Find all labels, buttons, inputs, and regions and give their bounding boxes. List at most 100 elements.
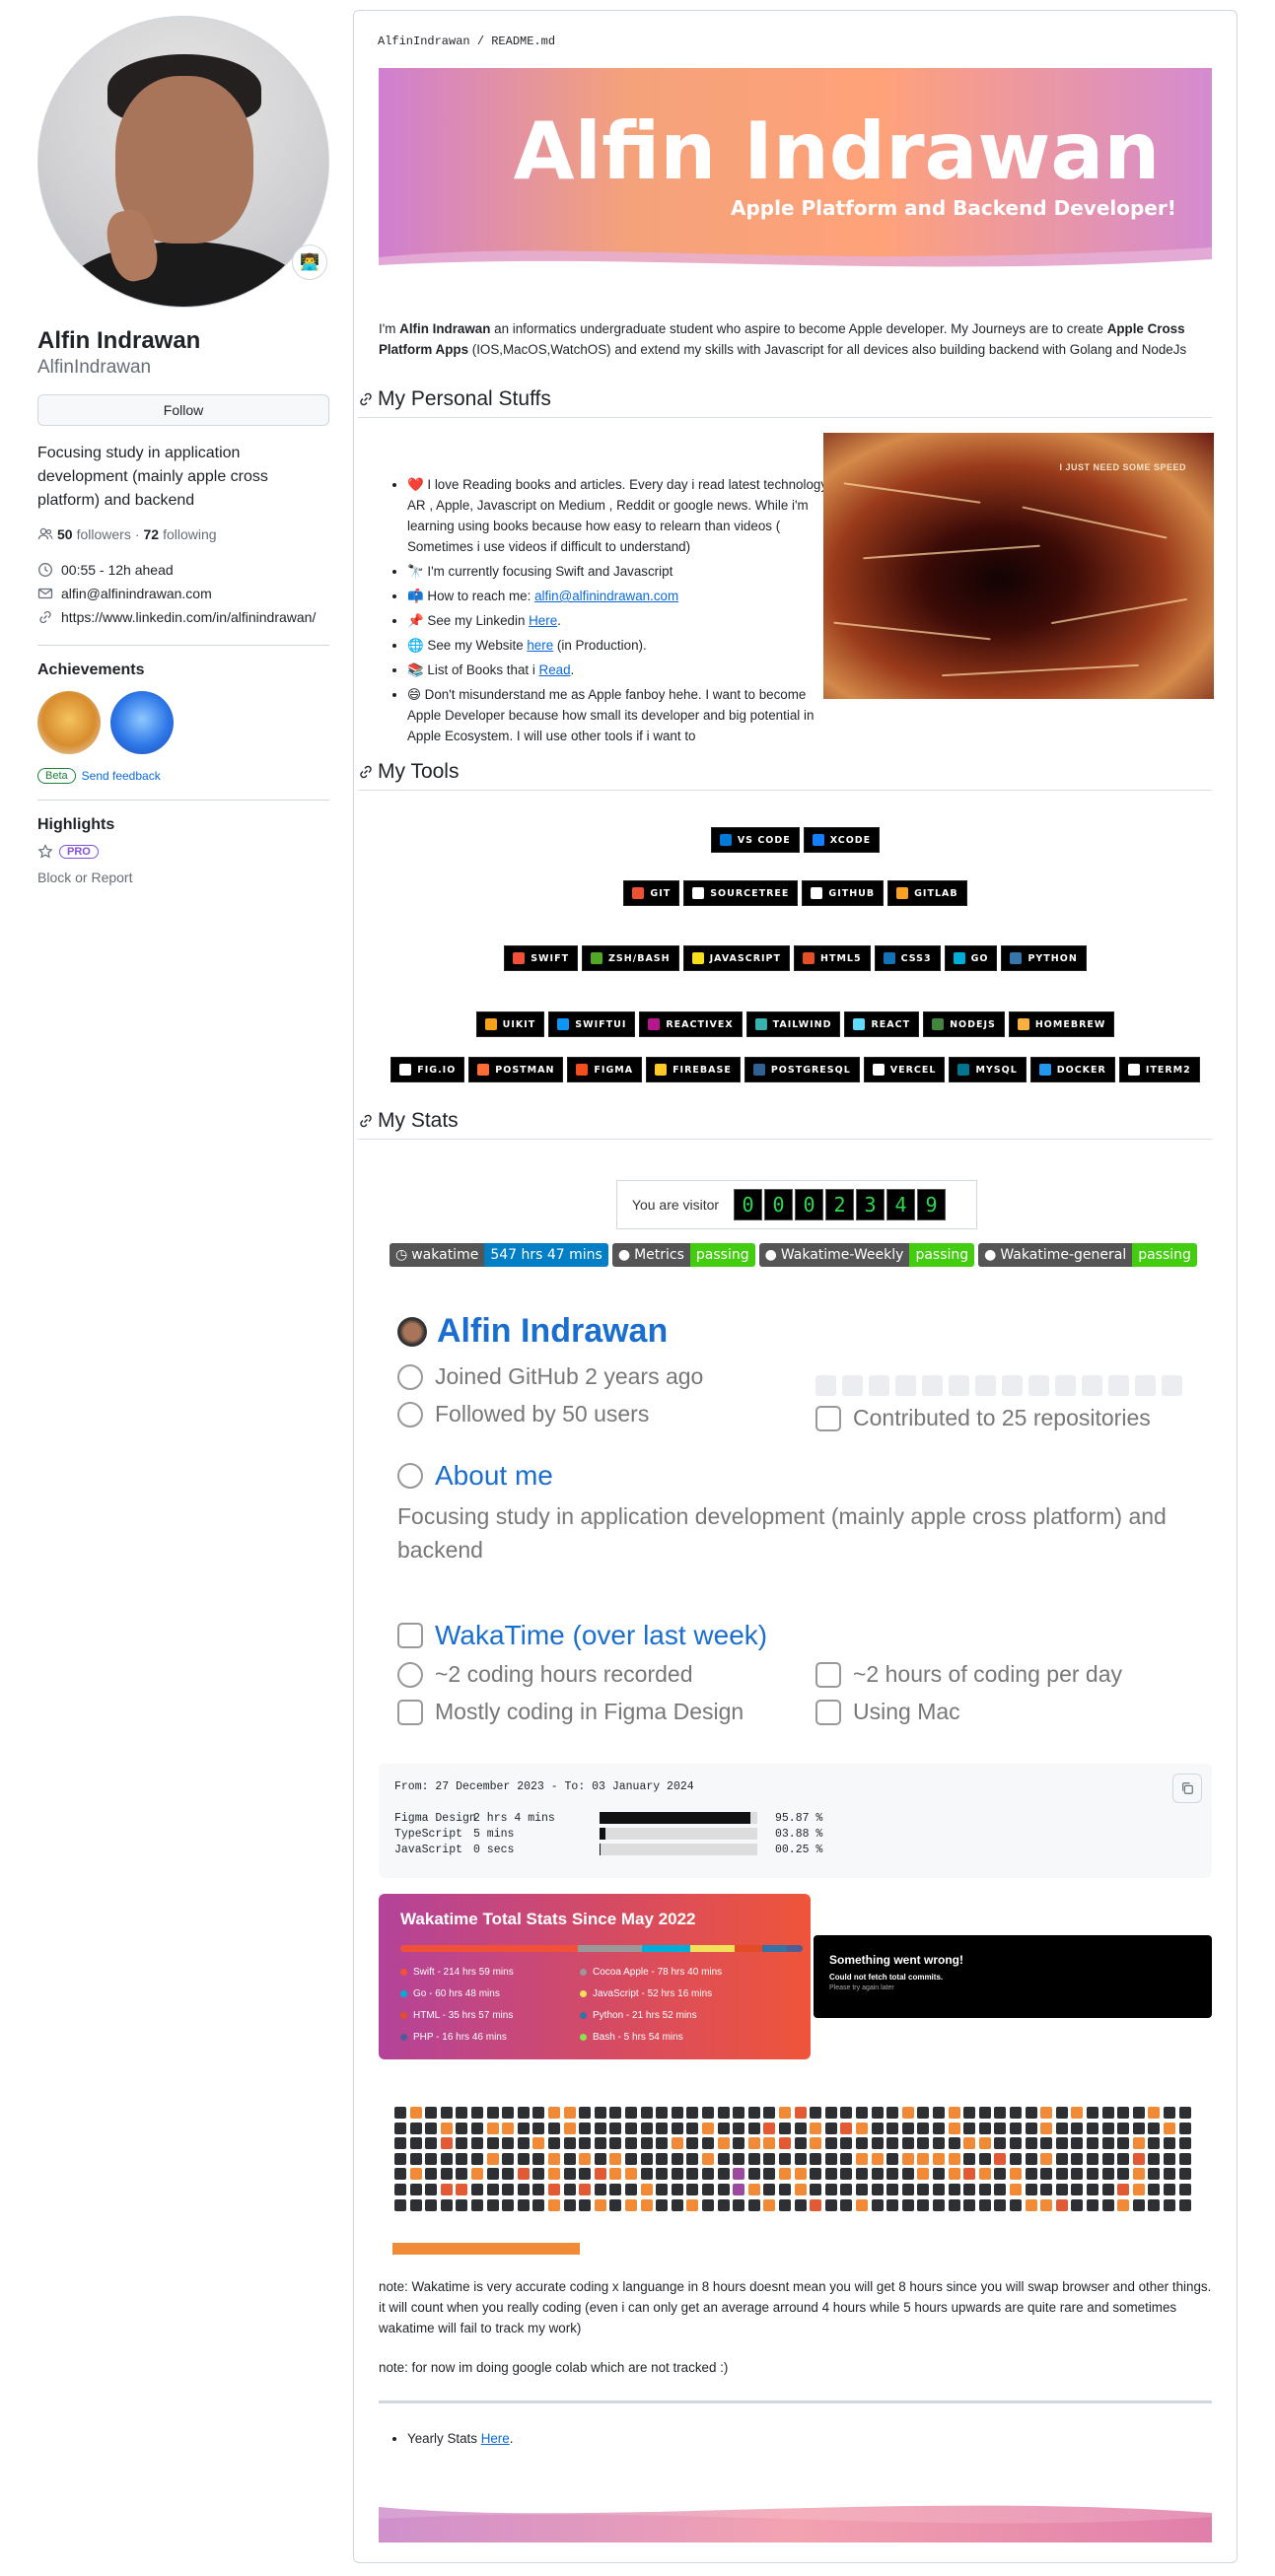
tool-badge-html5[interactable]: HTML5 <box>794 945 871 971</box>
following-count[interactable]: 72 <box>144 526 160 542</box>
send-feedback-link[interactable]: Send feedback <box>82 769 161 783</box>
linkedin-link[interactable]: Here <box>529 613 557 628</box>
heatmap-cell <box>1101 2184 1114 2195</box>
books-link[interactable]: Read <box>539 662 571 677</box>
tool-badge-vercel[interactable]: VERCEL <box>863 1057 946 1082</box>
tool-badge-mysql[interactable]: MYSQL <box>949 1057 1027 1082</box>
profile-avatar[interactable] <box>37 16 329 308</box>
wakatime-shield[interactable]: ◷ wakatime 547 hrs 47 mins <box>390 1243 608 1267</box>
tool-badge-go[interactable]: GO <box>944 945 998 971</box>
heatmap-cell <box>1087 2168 1098 2181</box>
heatmap-cell <box>1040 2152 1053 2165</box>
achievement-badge-yolo[interactable] <box>37 691 101 754</box>
tool-badge-vs-code[interactable]: VS CODE <box>710 827 800 853</box>
tool-badge-github[interactable]: GITHUB <box>802 880 885 906</box>
follow-button[interactable]: Follow <box>37 394 329 426</box>
block-report-link[interactable]: Block or Report <box>37 870 333 885</box>
tool-badge-homebrew[interactable]: HOMEBREW <box>1008 1011 1115 1037</box>
tool-badge-swift[interactable]: SWIFT <box>504 945 579 971</box>
followers-label[interactable]: followers <box>77 526 131 542</box>
wakatime-general-shield[interactable]: ● Wakatime-general passing <box>978 1243 1197 1267</box>
copy-button[interactable] <box>1172 1774 1202 1803</box>
tool-badge-swiftui[interactable]: SWIFTUI <box>548 1011 636 1037</box>
website-readme-link[interactable]: here <box>527 638 553 653</box>
followers-count[interactable]: 50 <box>57 526 73 542</box>
heatmap-cell <box>917 2152 930 2165</box>
heatmap-cell <box>532 2184 545 2195</box>
achievement-badge-quickdraw[interactable] <box>110 691 174 754</box>
heatmap-cell <box>702 2122 714 2134</box>
tool-badge-nodejs[interactable]: NODEJS <box>923 1011 1005 1037</box>
tool-badge-xcode[interactable]: XCODE <box>803 827 881 853</box>
tool-badge-reactivex[interactable]: REACTIVEX <box>639 1011 743 1037</box>
tool-badge-fig-io[interactable]: FIG.IO <box>390 1057 465 1082</box>
metrics-name[interactable]: Alfin Indrawan <box>397 1312 668 1351</box>
heatmap-cell <box>563 2107 576 2119</box>
email-item[interactable]: alfin@alfinindrawan.com <box>37 582 333 605</box>
heatmap-cell <box>717 2152 730 2165</box>
code-date-range: From: 27 December 2023 - To: 03 January … <box>394 1780 694 1793</box>
heatmap-cell <box>671 2152 683 2165</box>
heatmap-cell <box>963 2198 976 2211</box>
heatmap-cell <box>1010 2184 1022 2195</box>
lang-item: JavaScript - 52 hrs 16 mins <box>580 1988 712 1999</box>
tool-badge-uikit[interactable]: UIKIT <box>475 1011 545 1037</box>
sourcetree-icon <box>692 887 705 899</box>
anchor-link-icon[interactable] <box>358 391 374 407</box>
heatmap-cell <box>625 2168 637 2181</box>
yearly-stats-link[interactable]: Here <box>481 2431 510 2446</box>
email-readme-link[interactable]: alfin@alfinindrawan.com <box>534 589 678 603</box>
tool-badge-zsh-bash[interactable]: ZSH/BASH <box>582 945 679 971</box>
tool-badge-gitlab[interactable]: GITLAB <box>887 880 967 906</box>
tool-badge-postman[interactable]: POSTMAN <box>468 1057 564 1082</box>
github-icon: ● <box>617 1247 631 1263</box>
anchor-link-icon[interactable] <box>358 1113 374 1129</box>
tool-badge-iterm2[interactable]: ITERM2 <box>1118 1057 1200 1082</box>
website-link[interactable]: https://www.linkedin.com/in/alfinindrawa… <box>61 609 316 625</box>
tool-badge-firebase[interactable]: FIREBASE <box>646 1057 741 1082</box>
heatmap-cell <box>948 2168 960 2181</box>
star-icon <box>37 844 53 859</box>
pro-badge[interactable]: PRO <box>59 845 99 859</box>
readme-breadcrumb[interactable]: AlfinIndrawan / README.md <box>378 35 555 48</box>
heatmap-cell <box>640 2137 653 2150</box>
heatmap-cell <box>548 2198 560 2211</box>
visitor-counter: You are visitor 0 0 0 2 3 4 9 <box>616 1180 977 1229</box>
wakatime-weekly-shield[interactable]: ● Wakatime-Weekly passing <box>758 1243 975 1267</box>
tool-badge-sourcetree[interactable]: SOURCETREE <box>683 880 799 906</box>
heatmap-cell <box>763 2168 776 2181</box>
heatmap-cell <box>994 2152 1007 2165</box>
tool-badge-tailwind[interactable]: TAILWIND <box>745 1011 841 1037</box>
following-label[interactable]: following <box>163 526 216 542</box>
lang-item: Python - 21 hrs 52 mins <box>580 2010 697 2021</box>
email-link[interactable]: alfin@alfinindrawan.com <box>61 586 212 601</box>
firebase-icon <box>655 1064 668 1076</box>
heatmap-cell <box>871 2168 884 2181</box>
tool-badge-git[interactable]: GIT <box>623 880 680 906</box>
heatmap-cell <box>625 2137 637 2150</box>
heatmap-cell <box>824 2107 837 2119</box>
section-stats: My Stats <box>358 1109 1212 1140</box>
heatmap-cell <box>794 2137 807 2150</box>
section-tools: My Tools <box>358 760 1212 791</box>
tool-badge-python[interactable]: PYTHON <box>1001 945 1087 971</box>
heatmap-cell <box>517 2137 530 2150</box>
achievements-title[interactable]: Achievements <box>37 661 333 679</box>
anchor-link-icon[interactable] <box>358 764 374 780</box>
heatmap-cell <box>1071 2184 1084 2195</box>
profile-details: 00:55 - 12h ahead alfin@alfinindrawan.co… <box>37 558 333 629</box>
website-item[interactable]: https://www.linkedin.com/in/alfinindrawa… <box>37 605 333 629</box>
metrics-shield[interactable]: ● Metrics passing <box>611 1243 755 1267</box>
tool-badge-docker[interactable]: DOCKER <box>1029 1057 1115 1082</box>
tool-badge-react[interactable]: REACT <box>844 1011 920 1037</box>
heatmap-cell <box>794 2107 807 2119</box>
tool-badge-figma[interactable]: FIGMA <box>567 1057 643 1082</box>
heatmap-cell <box>1025 2122 1037 2134</box>
tool-badge-postgresql[interactable]: POSTGRESQL <box>744 1057 860 1082</box>
percent-bar <box>600 1827 757 1840</box>
heatmap-cell <box>763 2107 776 2119</box>
tool-badge-css3[interactable]: CSS3 <box>874 945 941 971</box>
status-emoji-icon[interactable]: 👨‍💻 <box>292 244 327 280</box>
tool-badge-javascript[interactable]: JAVASCRIPT <box>682 945 791 971</box>
heatmap-cell <box>994 2122 1007 2134</box>
